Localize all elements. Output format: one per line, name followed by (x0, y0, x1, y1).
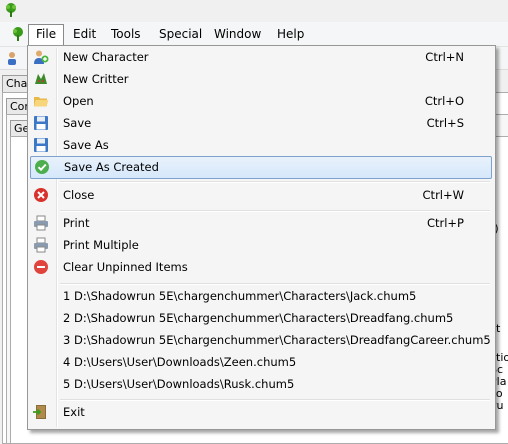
file-menu-dropdown: New Character Ctrl+N New Critter Open Ct… (27, 45, 496, 430)
menu-item-new-critter[interactable]: New Critter (30, 69, 492, 90)
menu-item-recent-file[interactable]: 5 D:\Users\User\Downloads\Rusk.chum5 (30, 374, 492, 395)
menu-item-clear-unpinned[interactable]: Clear Unpinned Items (30, 257, 492, 278)
menu-item-label: Print (63, 216, 90, 230)
menu-item-recent-file[interactable]: 2 D:\Shadowrun 5E\chargenchummer\Charact… (30, 308, 492, 329)
menu-item-close[interactable]: Close Ctrl+W (30, 185, 492, 206)
menu-tools[interactable]: Tools (104, 25, 148, 43)
close-icon (34, 188, 48, 202)
toolbar-new-character-icon[interactable] (5, 50, 21, 66)
menu-item-save[interactable]: Save Ctrl+S (30, 113, 492, 134)
menu-item-save-as[interactable]: Save As (30, 135, 492, 156)
menu-item-label: Save As (63, 138, 109, 152)
menu-edit[interactable]: Edit (66, 25, 103, 43)
print-multiple-icon (34, 237, 48, 253)
menu-item-label: New Character (63, 50, 149, 64)
menu-item-label: Open (63, 94, 94, 108)
menu-separator (60, 399, 490, 401)
menu-item-label: 1 D:\Shadowrun 5E\chargenchummer\Charact… (63, 289, 417, 303)
menu-item-label: New Critter (63, 72, 129, 86)
menu-file[interactable]: File (28, 24, 65, 45)
print-icon (34, 215, 48, 231)
menu-item-shortcut: Ctrl+O (424, 94, 464, 108)
menu-separator (60, 283, 490, 285)
menu-item-label: Print Multiple (63, 238, 139, 252)
menu-item-shortcut: Ctrl+P (426, 216, 464, 230)
menu-item-shortcut: Ctrl+W (422, 188, 464, 202)
app-logo-icon (6, 3, 16, 17)
title-bar (0, 0, 508, 22)
menu-special[interactable]: Special (152, 25, 209, 43)
menu-separator (60, 210, 490, 212)
menu-item-print[interactable]: Print Ctrl+P (30, 213, 492, 234)
menu-bar: File Edit Tools Special Window Help (0, 22, 508, 47)
new-character-icon (34, 50, 49, 64)
save-as-icon (34, 138, 48, 152)
new-critter-icon (35, 73, 47, 84)
menu-item-label: Close (63, 188, 95, 202)
menu-item-new-character[interactable]: New Character Ctrl+N (30, 47, 492, 68)
menu-item-label: 3 D:\Shadowrun 5E\chargenchummer\Charact… (63, 333, 491, 347)
save-icon (34, 116, 48, 130)
app-menu-icon[interactable] (10, 26, 26, 42)
menu-item-recent-file[interactable]: 3 D:\Shadowrun 5E\chargenchummer\Charact… (30, 330, 492, 351)
menu-item-label: 4 D:\Users\User\Downloads\Zeen.chum5 (63, 355, 297, 369)
menu-item-label: Save As Created (64, 160, 159, 174)
menu-window[interactable]: Window (207, 25, 268, 43)
menu-item-recent-file[interactable]: 4 D:\Users\User\Downloads\Zeen.chum5 (30, 352, 492, 373)
menu-item-label: Save (63, 116, 92, 130)
menu-item-label: 5 D:\Users\User\Downloads\Rusk.chum5 (63, 377, 295, 391)
menu-item-shortcut: Ctrl+S (426, 116, 464, 130)
menu-item-print-multiple[interactable]: Print Multiple (30, 235, 492, 256)
menu-item-recent-file[interactable]: 1 D:\Shadowrun 5E\chargenchummer\Charact… (30, 286, 492, 307)
exit-icon (33, 405, 46, 419)
menu-item-label: Exit (63, 405, 85, 419)
save-as-created-icon (35, 160, 49, 174)
menu-item-exit[interactable]: Exit (30, 402, 492, 423)
menu-item-open[interactable]: Open Ctrl+O (30, 91, 492, 112)
menu-help[interactable]: Help (270, 25, 311, 43)
menu-item-label: Clear Unpinned Items (63, 260, 188, 274)
clear-icon (34, 260, 48, 274)
menu-item-save-as-created[interactable]: Save As Created (30, 156, 492, 179)
open-folder-icon (34, 97, 49, 107)
menu-item-shortcut: Ctrl+N (425, 50, 464, 64)
menu-item-label: 2 D:\Shadowrun 5E\chargenchummer\Charact… (63, 311, 454, 325)
menu-separator (60, 181, 490, 183)
